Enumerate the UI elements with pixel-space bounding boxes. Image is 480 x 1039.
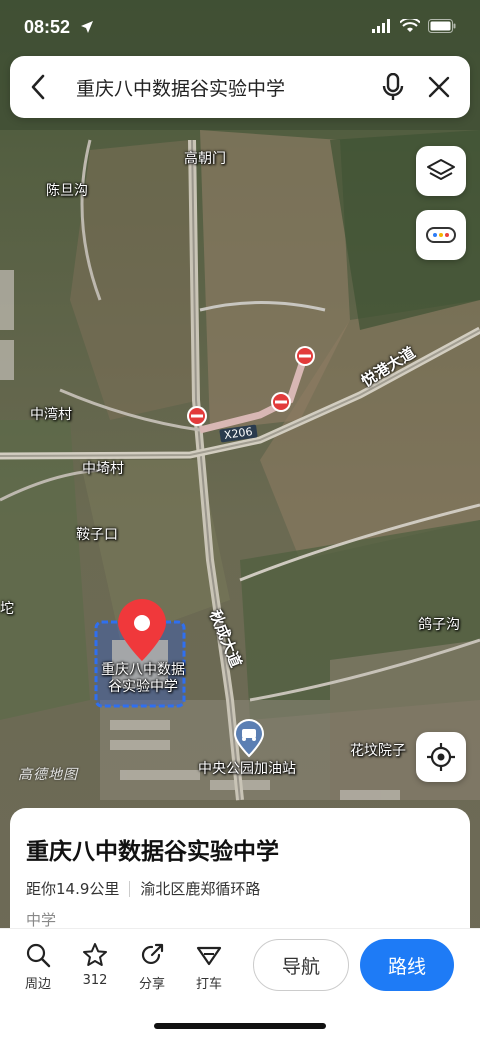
- no-entry-icon: [295, 346, 315, 366]
- search-icon: [26, 943, 51, 968]
- status-bar: 08:52: [0, 0, 480, 52]
- nearby-button[interactable]: 周边: [10, 941, 66, 992]
- taxi-icon: [196, 946, 222, 966]
- map-layers-button[interactable]: [416, 146, 466, 196]
- divider: [129, 880, 131, 897]
- bottom-action-bar: 周边 312 分享 打车 导航 路线: [0, 928, 480, 1039]
- status-time: 08:52: [24, 17, 71, 37]
- close-icon: [428, 76, 450, 98]
- place-label-chendangou: 陈旦沟: [46, 183, 88, 199]
- share-button[interactable]: 分享: [124, 941, 180, 992]
- poi-label[interactable]: 重庆八中数据谷实验中学: [98, 662, 188, 696]
- place-label-tuo: 坨: [0, 601, 14, 617]
- place-label-huafenyuanzi: 花坟院子: [350, 743, 406, 759]
- home-indicator: [154, 1023, 326, 1029]
- star-icon: [83, 943, 107, 966]
- favorite-button[interactable]: 312: [67, 941, 123, 988]
- signal-icon: [372, 19, 390, 33]
- layers-icon: [427, 159, 455, 180]
- place-category: 中学: [26, 911, 57, 929]
- toolbox-icon: [426, 227, 456, 243]
- amap-watermark: 高德地图: [18, 767, 78, 783]
- nearby-label: 周边: [24, 977, 51, 992]
- place-label-anzikou: 鞍子口: [76, 527, 118, 543]
- chevron-left-icon: [31, 74, 45, 100]
- share-icon: [141, 943, 164, 964]
- search-bar: 重庆八中数据谷实验中学: [10, 56, 470, 118]
- taxi-label: 打车: [195, 977, 222, 992]
- no-entry-icon: [187, 406, 207, 426]
- place-label-gezigou: 鸽子沟: [418, 617, 460, 633]
- favorites-count: 312: [82, 973, 108, 988]
- battery-icon: [428, 19, 456, 33]
- place-label-gaochaomen: 高朝门: [184, 151, 226, 167]
- location-pin-icon[interactable]: [114, 597, 170, 663]
- place-label-zhongqicun: 中埼村: [82, 461, 124, 477]
- gas-station-label[interactable]: 中央公园加油站: [198, 758, 296, 778]
- place-address: 渝北区鹿郑循环路: [140, 880, 261, 898]
- microphone-icon: [382, 73, 404, 100]
- taxi-button[interactable]: 打车: [181, 941, 237, 992]
- more-tools-button[interactable]: [416, 210, 466, 260]
- gas-station-pin-icon[interactable]: [232, 718, 266, 758]
- share-label: 分享: [138, 977, 165, 992]
- back-button[interactable]: [10, 56, 66, 118]
- no-entry-icon: [271, 392, 291, 412]
- wifi-icon: [400, 19, 420, 32]
- place-label-zhongwancun: 中湾村: [30, 407, 72, 423]
- place-card[interactable]: 重庆八中数据谷实验中学 距你14.9公里 渝北区鹿郑循环路 中学: [10, 808, 470, 948]
- locate-me-button[interactable]: [416, 732, 466, 782]
- navigate-button[interactable]: 导航: [253, 939, 349, 991]
- crosshair-icon: [427, 743, 455, 771]
- search-input[interactable]: 重庆八中数据谷实验中学: [66, 74, 370, 101]
- location-arrow-icon: [81, 21, 93, 33]
- place-title: 重庆八中数据谷实验中学: [26, 839, 279, 865]
- route-button[interactable]: 路线: [360, 939, 454, 991]
- place-distance: 距你14.9公里: [26, 880, 120, 898]
- close-button[interactable]: [416, 56, 462, 118]
- voice-search-button[interactable]: [370, 56, 416, 118]
